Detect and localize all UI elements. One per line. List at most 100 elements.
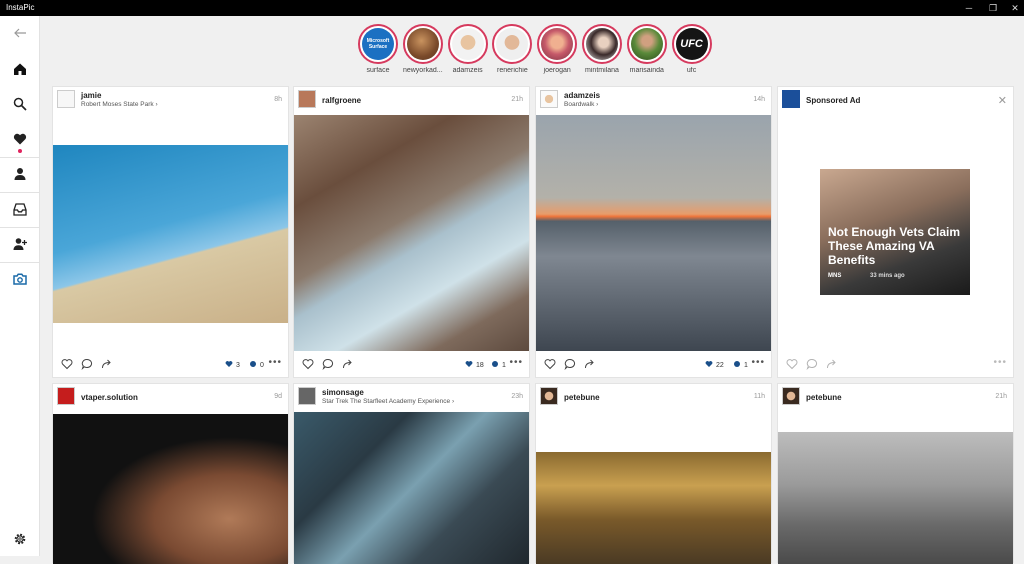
post-header: petebune 21h [778,384,1013,410]
post-image[interactable] [778,432,1013,564]
inbox-button[interactable] [0,192,40,226]
post-time: 23h [511,393,523,400]
heart-icon [465,360,473,368]
back-button[interactable] [0,16,40,50]
comment-count-value: 1 [502,362,506,369]
close-ad-button[interactable]: ✕ [998,94,1007,107]
sidebar [0,16,40,556]
avatar[interactable] [57,90,75,108]
post-time: 14h [753,96,765,103]
post-header: vtaper.solution 9d [53,384,288,410]
share-button[interactable] [584,358,596,370]
story-ring [626,24,667,64]
close-window-button[interactable]: ✕ [1002,0,1024,16]
comment-button[interactable] [806,358,818,371]
post-image[interactable] [53,414,288,564]
story-mintmilana[interactable]: mintmilana [580,24,624,80]
post-image[interactable] [294,412,529,564]
post-card: jamie Robert Moses State Park › 8h 3 0 •… [52,86,289,378]
like-button[interactable] [544,358,556,370]
story-avatar [585,28,618,60]
post-location[interactable]: Boardwalk › [564,101,598,108]
ad-headline: Not Enough Vets Claim These Amazing VA B… [828,225,961,267]
story-adamzeis[interactable]: adamzeis [446,24,490,80]
post-image[interactable] [53,145,288,323]
post-username[interactable]: ralfgroene [322,96,361,105]
like-button[interactable] [786,358,798,370]
story-ufc[interactable]: UFC ufc [670,24,714,80]
post-header: ralfgroene 21h [294,87,529,113]
story-marisainda[interactable]: marisainda [625,24,669,80]
post-image[interactable] [536,115,771,351]
minimize-button[interactable]: ─ [956,0,982,16]
story-surface[interactable]: Microsoft Surface surface [356,24,400,80]
comment-button[interactable] [81,358,93,371]
post-username[interactable]: petebune [564,393,600,402]
story-avatar [406,28,439,60]
post-username[interactable]: simonsage [322,388,364,397]
post-card: petebune 21h [777,383,1014,564]
profile-button[interactable] [0,157,40,191]
story-name: renerichie [497,67,528,74]
story-avatar: UFC [675,28,708,60]
story-ring [581,24,622,64]
post-username[interactable]: vtaper.solution [81,393,138,402]
chevron-right-icon: › [155,101,158,108]
activity-button[interactable] [0,122,40,156]
stories-bar: Microsoft Surface surface newyorkad... a… [356,24,714,80]
like-button[interactable] [61,358,73,370]
story-ring [537,24,578,64]
post-time: 21h [995,393,1007,400]
avatar[interactable] [782,387,800,405]
post-location[interactable]: Star Trek The Starfleet Academy Experien… [322,398,454,405]
more-options-button[interactable]: ••• [268,357,282,368]
story-joerogan[interactable]: joerogan [535,24,579,80]
ad-image[interactable]: Not Enough Vets Claim These Amazing VA B… [820,169,970,295]
post-username[interactable]: jamie [81,91,101,100]
post-actions: 18 1 ••• [294,351,529,377]
avatar[interactable] [57,387,75,405]
post-username[interactable]: petebune [806,393,842,402]
post-image[interactable] [294,115,529,351]
more-options-button[interactable]: ••• [509,357,523,368]
more-options-button[interactable]: ••• [751,357,765,368]
app-title: InstaPic [6,3,35,12]
search-button[interactable] [0,87,40,121]
camera-icon [13,273,27,285]
share-button[interactable] [826,358,838,370]
share-button[interactable] [101,358,113,370]
comment-button[interactable] [322,358,334,371]
comment-count: 1 [733,360,748,369]
post-header: petebune 11h [536,384,771,410]
comment-icon [249,360,257,368]
story-name: marisainda [629,67,664,74]
avatar[interactable] [298,90,316,108]
settings-button[interactable] [0,522,40,556]
story-newyorkad[interactable]: newyorkad... [401,24,445,80]
story-avatar [451,28,484,60]
post-image[interactable] [536,452,771,564]
avatar[interactable] [540,90,558,108]
ad-source: MNS [828,273,842,279]
story-ring: UFC [671,24,712,64]
sponsor-logo[interactable] [782,90,800,108]
story-name: adamzeis [452,67,483,74]
comment-button[interactable] [564,358,576,371]
story-name: joerogan [543,67,571,74]
add-user-button[interactable] [0,227,40,261]
camera-button[interactable] [0,262,40,296]
home-button[interactable] [0,52,40,86]
share-button[interactable] [342,358,354,370]
back-arrow-icon [14,28,26,38]
avatar[interactable] [540,387,558,405]
more-options-button[interactable]: ••• [993,357,1007,368]
story-renerichie[interactable]: renerichie [490,24,534,80]
avatar[interactable] [298,387,316,405]
post-location[interactable]: Robert Moses State Park › [81,101,158,108]
post-username[interactable]: adamzeis [564,91,600,100]
post-actions: ••• [778,351,1013,377]
like-button[interactable] [302,358,314,370]
share-icon [343,359,352,369]
like-count-value: 22 [716,362,724,369]
post-location-text: Star Trek The Starfleet Academy Experien… [322,398,451,405]
